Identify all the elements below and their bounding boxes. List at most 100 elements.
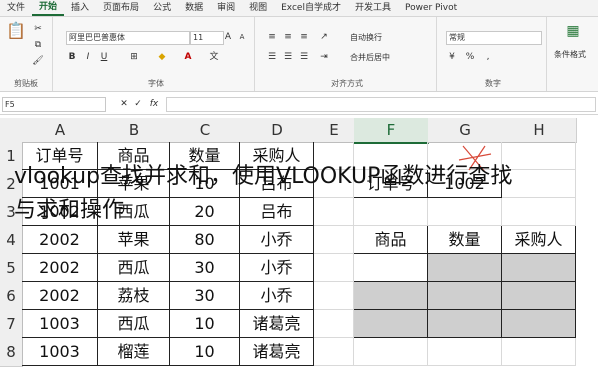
empty-cell[interactable] — [428, 198, 502, 226]
table-cell[interactable]: 荔枝 — [98, 282, 170, 310]
align-left-icon[interactable]: ☰ — [266, 51, 278, 63]
table-cell[interactable]: 10 — [170, 310, 240, 338]
table-cell[interactable]: 诸葛亮 — [240, 338, 314, 366]
ribbon-tab[interactable]: 开发工具 — [348, 0, 398, 16]
column-header[interactable]: B — [98, 118, 171, 143]
empty-cell[interactable] — [314, 282, 354, 310]
wrap-text-button[interactable]: 自动换行 — [350, 32, 382, 43]
align-center-icon[interactable]: ☰ — [282, 51, 294, 63]
cut-icon[interactable]: ✂ — [32, 23, 44, 35]
ribbon-tab[interactable]: 公式 — [146, 0, 178, 16]
table-cell[interactable]: 30 — [170, 282, 240, 310]
row-header[interactable]: 6 — [0, 282, 23, 311]
table-cell[interactable]: 榴莲 — [98, 338, 170, 366]
table-cell[interactable]: 1003 — [22, 338, 98, 366]
indent-icon[interactable]: ⇥ — [318, 51, 330, 63]
empty-cell[interactable] — [354, 198, 428, 226]
font-name-select[interactable]: 阿里巴巴普惠体 — [66, 31, 190, 45]
ribbon-tab[interactable]: 视图 — [242, 0, 274, 16]
result-cell[interactable] — [354, 310, 428, 338]
underline-button[interactable]: U — [98, 51, 110, 63]
column-header[interactable]: H — [502, 118, 577, 143]
align-right-icon[interactable]: ☰ — [298, 51, 310, 63]
table-cell[interactable]: 80 — [170, 226, 240, 254]
table-cell[interactable]: 10 — [170, 338, 240, 366]
phonetic-icon[interactable]: 文 — [208, 51, 220, 63]
conditional-format-button[interactable]: 条件格式 — [554, 49, 586, 60]
lookup-header-cell[interactable]: 数量 — [428, 226, 502, 254]
select-all-corner[interactable] — [0, 118, 23, 143]
ribbon-tab[interactable]: Power Pivot — [398, 0, 464, 16]
fill-color-icon[interactable]: ◆ — [156, 51, 168, 63]
table-cell[interactable]: 20 — [170, 198, 240, 226]
italic-button[interactable]: I — [82, 51, 94, 63]
empty-cell[interactable] — [314, 338, 354, 366]
result-cell[interactable] — [428, 282, 502, 310]
column-header[interactable]: E — [314, 118, 355, 143]
row-header[interactable]: 4 — [0, 226, 23, 255]
empty-cell[interactable] — [502, 170, 576, 198]
empty-cell[interactable] — [314, 226, 354, 254]
table-cell[interactable]: 小乔 — [240, 282, 314, 310]
table-cell[interactable]: 小乔 — [240, 254, 314, 282]
cancel-icon[interactable]: ✕ — [118, 98, 130, 110]
number-format-select[interactable]: 常规 — [446, 31, 542, 45]
table-cell[interactable]: 2002 — [22, 254, 98, 282]
border-icon[interactable]: ⊞ — [128, 51, 140, 63]
empty-cell[interactable] — [354, 338, 428, 366]
ribbon-tab[interactable]: 开始 — [32, 0, 65, 16]
align-middle-icon[interactable]: ≡ — [282, 31, 294, 43]
ribbon-tab[interactable]: Excel自学成才 — [274, 0, 348, 16]
table-cell[interactable]: 诸葛亮 — [240, 310, 314, 338]
ribbon-tab[interactable]: 审阅 — [210, 0, 242, 16]
column-header[interactable]: D — [240, 118, 315, 143]
ribbon-tab[interactable]: 插入 — [64, 0, 96, 16]
row-header[interactable]: 8 — [0, 338, 23, 367]
lookup-header-cell[interactable]: 采购人 — [502, 226, 576, 254]
empty-cell[interactable] — [428, 338, 502, 366]
comma-icon[interactable]: , — [482, 51, 494, 63]
ribbon-tab[interactable]: 数据 — [178, 0, 210, 16]
result-cell[interactable] — [354, 282, 428, 310]
column-header[interactable]: F — [354, 118, 429, 144]
percent-icon[interactable]: % — [464, 51, 476, 63]
enter-icon[interactable]: ✓ — [132, 98, 144, 110]
column-header[interactable]: A — [22, 118, 99, 143]
decrease-font-icon[interactable]: A — [236, 31, 248, 43]
row-header[interactable]: 5 — [0, 254, 23, 283]
result-cell[interactable] — [428, 310, 502, 338]
currency-icon[interactable]: ¥ — [446, 51, 458, 63]
align-top-icon[interactable]: ≡ — [266, 31, 278, 43]
name-box[interactable]: F5 — [2, 97, 106, 112]
empty-cell[interactable] — [502, 338, 576, 366]
copy-icon[interactable]: ⧉ — [32, 39, 44, 51]
table-cell[interactable]: 1003 — [22, 310, 98, 338]
paste-icon[interactable]: 📋 — [6, 23, 26, 49]
table-cell[interactable]: 苹果 — [98, 226, 170, 254]
orientation-icon[interactable]: ↗ — [318, 31, 330, 43]
format-painter-icon[interactable]: 🖌 — [32, 55, 44, 67]
table-cell[interactable]: 西瓜 — [98, 254, 170, 282]
font-size-select[interactable]: 11 — [190, 31, 224, 45]
table-cell[interactable]: 2002 — [22, 226, 98, 254]
result-cell[interactable] — [502, 254, 576, 282]
font-color-icon[interactable]: A — [182, 51, 194, 63]
result-cell[interactable] — [502, 282, 576, 310]
active-cell[interactable] — [354, 254, 428, 282]
empty-cell[interactable] — [314, 310, 354, 338]
empty-cell[interactable] — [314, 198, 354, 226]
empty-cell[interactable] — [502, 142, 576, 170]
merge-center-button[interactable]: 合并后居中 — [350, 52, 390, 63]
conditional-format-icon[interactable]: ▦ — [564, 24, 582, 45]
column-header[interactable]: C — [170, 118, 241, 143]
increase-font-icon[interactable]: A — [222, 31, 234, 43]
ribbon-tab[interactable]: 页面布局 — [96, 0, 146, 16]
bold-button[interactable]: B — [66, 51, 78, 63]
table-cell[interactable]: 吕布 — [240, 198, 314, 226]
result-cell[interactable] — [428, 254, 502, 282]
table-cell[interactable]: 2002 — [22, 282, 98, 310]
align-bottom-icon[interactable]: ≡ — [298, 31, 310, 43]
ribbon-tab[interactable]: 文件 — [0, 0, 32, 16]
result-cell[interactable] — [502, 310, 576, 338]
row-header[interactable]: 7 — [0, 310, 23, 339]
